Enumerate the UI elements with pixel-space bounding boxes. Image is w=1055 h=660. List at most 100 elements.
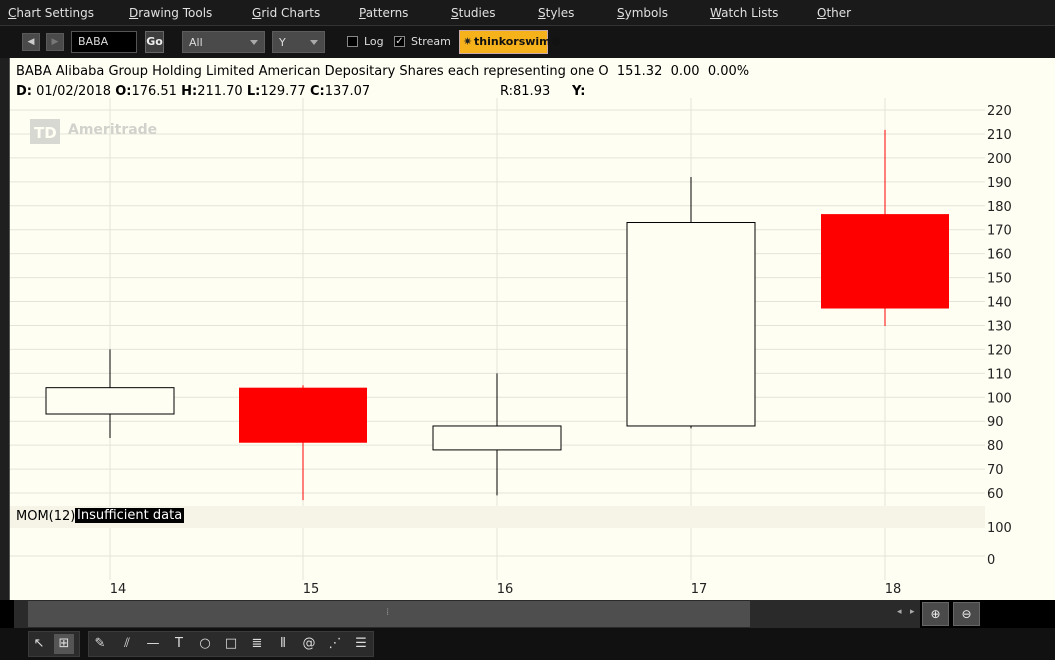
period-select[interactable]: All	[182, 31, 265, 53]
y-tick-label: 210	[987, 128, 1012, 143]
security-description: BABA Alibaba Group Holding Limited Ameri…	[16, 64, 609, 79]
go-button[interactable]: Go	[145, 31, 164, 53]
y-tick-label: 110	[987, 367, 1012, 382]
open-value: 176.51	[131, 84, 177, 99]
menu-label-rest: ymbols	[624, 6, 668, 20]
high-label: H:	[181, 84, 198, 99]
menu-label-rest: tyles	[545, 6, 575, 20]
y-tick-label: 130	[987, 319, 1012, 334]
candle-body-up	[626, 222, 756, 427]
close-value: 137.07	[324, 84, 371, 99]
cursor-arrow-icon[interactable]: ↖	[29, 634, 49, 654]
x-tick-label: 18	[885, 582, 902, 597]
y-tick-label: 150	[987, 272, 1012, 287]
period-select-value: All	[189, 36, 203, 49]
menu-symbols[interactable]: Symbols	[617, 6, 668, 20]
log-checkbox[interactable]	[347, 36, 358, 47]
y-tick-label: 170	[987, 224, 1012, 239]
y-tick-label: 80	[987, 439, 1004, 454]
zoom-out-button[interactable]: ⊖	[953, 602, 980, 626]
scroll-right-icon[interactable]: ▸	[910, 607, 915, 617]
date-value: 01/02/2018	[36, 84, 112, 99]
menu-grid-charts[interactable]: Grid Charts	[252, 6, 320, 20]
menu-label-rest: atch Lists	[721, 6, 779, 20]
horizontal-line-icon[interactable]: —	[143, 634, 163, 654]
y-tick-label: 180	[987, 200, 1012, 215]
study-status: Insufficient data	[75, 508, 185, 523]
td-ameritrade-logo: TD Ameritrade	[30, 119, 157, 144]
scrollbar-thumb[interactable]: ⁞	[28, 601, 750, 627]
open-label: O:	[115, 84, 132, 99]
menu-mnemonic: S	[538, 6, 546, 20]
aggregation-select-value: Y	[279, 36, 286, 49]
menu-patterns[interactable]: Patterns	[359, 6, 408, 20]
menu-watch-lists[interactable]: Watch Lists	[710, 6, 778, 20]
rectangle-icon[interactable]: □	[221, 634, 241, 654]
zoom-in-icon: ⊕	[930, 607, 941, 621]
thinkorswim-badge[interactable]: ✷ thinkorswim®	[459, 30, 562, 54]
range-readout: R:81.93	[500, 84, 550, 99]
y-tick-label: 160	[987, 248, 1012, 263]
menu-mnemonic: W	[710, 6, 722, 20]
y-tick-label: 190	[987, 176, 1012, 191]
y-tick-label: 60	[987, 487, 1004, 502]
net-change: 0.00	[670, 64, 700, 79]
x-tick-label: 16	[497, 582, 514, 597]
menu-mnemonic: P	[359, 6, 366, 20]
crosshair-icon[interactable]: ⊞	[54, 634, 74, 654]
y-tick-label: 140	[987, 296, 1012, 311]
ellipse-icon[interactable]: ○	[195, 634, 215, 654]
candle-body-up	[432, 425, 562, 451]
candle-body-down	[821, 214, 949, 309]
thinkorswim-label: thinkorswim®	[474, 35, 562, 48]
study-y-tick-label: 0	[987, 553, 995, 568]
x-tick-label: 17	[691, 582, 708, 597]
percent-change: 0.00%	[707, 64, 750, 79]
back-arrow-icon[interactable]: ◀	[22, 33, 40, 51]
time-cycles-icon[interactable]: ⦀	[273, 634, 293, 654]
study-name[interactable]: MOM(12)	[16, 509, 75, 524]
menu-mnemonic: D	[129, 6, 139, 20]
last-price: 151.32	[616, 64, 663, 79]
pencil-icon[interactable]: ✎	[90, 634, 110, 654]
sun-icon: ✷	[463, 35, 473, 48]
text-tool-icon[interactable]: T	[169, 634, 189, 654]
parallel-lines-icon[interactable]: ⫽	[117, 634, 137, 654]
y-tick-label: 120	[987, 343, 1012, 358]
menu-other[interactable]: Other	[817, 6, 851, 20]
menu-studies[interactable]: Studies	[451, 6, 496, 20]
y-readout-label: Y:	[572, 84, 586, 99]
low-value: 129.77	[260, 84, 306, 99]
menu-label-rest: ther	[826, 6, 852, 20]
scroll-left-icon[interactable]: ◂	[897, 607, 902, 617]
menu-label-rest: atterns	[365, 6, 409, 20]
high-value: 211.70	[197, 84, 243, 99]
menu-chart-settings[interactable]: Chart Settings	[8, 6, 94, 20]
left-splitter[interactable]	[0, 58, 10, 600]
fibonacci-icon[interactable]: ≣	[247, 634, 267, 654]
menu-styles[interactable]: Styles	[538, 6, 574, 20]
menu-mnemonic: S	[451, 6, 459, 20]
menu-drawing-tools[interactable]: Drawing Tools	[129, 6, 212, 20]
close-label: C:	[309, 84, 325, 99]
aggregation-select[interactable]: Y	[272, 31, 325, 53]
chevron-down-icon	[310, 40, 318, 45]
study-axis: 100 0	[987, 521, 1012, 568]
menu-mnemonic: S	[617, 6, 625, 20]
grip-icon: ⁞	[386, 607, 390, 618]
zoom-in-button[interactable]: ⊕	[922, 602, 949, 626]
candle-body-up	[45, 387, 175, 415]
y-tick-label: 70	[987, 463, 1004, 478]
y-tick-label: 90	[987, 415, 1004, 430]
log-label: Log	[364, 35, 384, 48]
menu-label-rest: rawing Tools	[138, 6, 213, 20]
forward-arrow-icon[interactable]: ▶	[46, 33, 64, 51]
symbol-input[interactable]: BABA	[71, 31, 137, 53]
drawing-toolbar: ↖ ⊞ ✎ ⫽ — T ○ □ ≣ ⦀ @ ⋰ ☰	[0, 628, 1055, 660]
spiral-icon[interactable]: @	[299, 634, 319, 654]
stream-checkbox[interactable]: ✓	[394, 36, 405, 47]
fan-lines-icon[interactable]: ⋰	[325, 634, 345, 654]
more-tools-icon[interactable]: ☰	[351, 634, 371, 654]
menu-label-rest: tudies	[458, 6, 496, 20]
range-value: 81.93	[513, 84, 551, 99]
